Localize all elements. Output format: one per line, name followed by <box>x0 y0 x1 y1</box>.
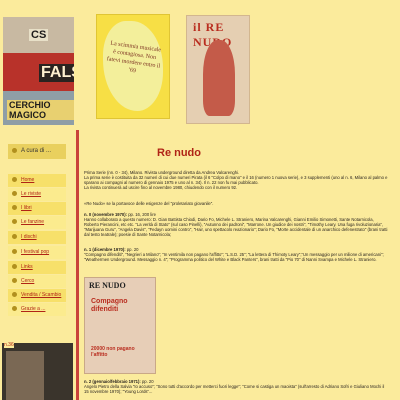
collage-text-2: FALS <box>39 64 74 82</box>
bullet-icon <box>12 264 17 270</box>
sidebar-item-libri[interactable]: I libri <box>8 202 66 215</box>
header-banner: CS FALS CERCHIO MAGICO La scimmia musica… <box>0 0 400 130</box>
sidebar-item-cerco[interactable]: Cerco <box>8 275 66 288</box>
issue-1-entry: n. 1 (dicembre 1970): pp. 20 "Compagno d… <box>84 247 384 262</box>
main-content: Re nudo Prima Serie (nn. 0 - 34), Milano… <box>84 130 392 400</box>
magazine-collage-image: CS FALS CERCHIO MAGICO <box>3 17 74 125</box>
vertical-divider <box>76 130 79 400</box>
bullet-icon <box>12 205 17 211</box>
bullet-icon <box>12 177 17 183</box>
bullet-icon <box>12 292 17 298</box>
sidebar-item-dischi[interactable]: I dischi <box>8 231 66 244</box>
issue-cover-title: RE NUDO <box>89 281 126 290</box>
bullet-icon <box>12 234 17 240</box>
sidebar-item-home[interactable]: Home <box>8 174 66 187</box>
issue-cover-subheadline: 20000 non pagano l'affitto <box>91 346 135 358</box>
page-title: Re nudo <box>157 147 201 159</box>
sidebar-item-riviste[interactable]: Le riviste <box>8 188 66 201</box>
collage-text-3: CERCHIO MAGICO <box>7 100 74 120</box>
scimmia-musicale-image: La scimmia musicale è contagiosa. Non fa… <box>96 14 170 119</box>
sidebar-magazine-thumbnail: n.36 <box>2 342 73 400</box>
sidebar-item-vendita-scambio[interactable]: Vendita / Scambio <box>8 289 66 302</box>
issue-0-entry: n. 0 (novembre 1970): pp. 16, 200 lire H… <box>84 212 388 237</box>
bullet-icon <box>12 191 17 197</box>
bullet-icon <box>12 219 17 225</box>
sidebar-item-links[interactable]: Links <box>8 261 66 274</box>
bullet-icon <box>12 147 17 153</box>
bullet-icon <box>12 306 17 312</box>
issue-1-cover-image: RE NUDO Compagno difenditi 20000 non pag… <box>84 277 156 374</box>
a-cura-di-link[interactable]: A cura di ... <box>8 144 66 159</box>
collage-text-1: CS <box>29 29 49 41</box>
bullet-icon <box>12 278 17 284</box>
sidebar-item-festival-pop[interactable]: I festival pop <box>8 246 66 259</box>
thumbnail-caption: n.36 <box>4 342 14 348</box>
issue-2-entry: n. 2 (gennaio/febbraio 1971): pp. 20 Ang… <box>84 379 385 394</box>
issue-cover-headline: Compagno difenditi <box>91 298 128 313</box>
re-nudo-poster-image: il RE NUDO <box>186 15 250 124</box>
sidebar-item-grazie[interactable]: Grazie a ... <box>8 303 66 316</box>
sidebar-item-fanzine[interactable]: Le fanzine <box>8 216 66 229</box>
intro-paragraph: Prima Serie (nn. 0 - 34), Milano. Rivist… <box>84 170 388 190</box>
quote-paragraph: «Re Nudo» se la portavoce delle esigenze… <box>84 201 214 206</box>
bullet-icon <box>12 249 17 255</box>
